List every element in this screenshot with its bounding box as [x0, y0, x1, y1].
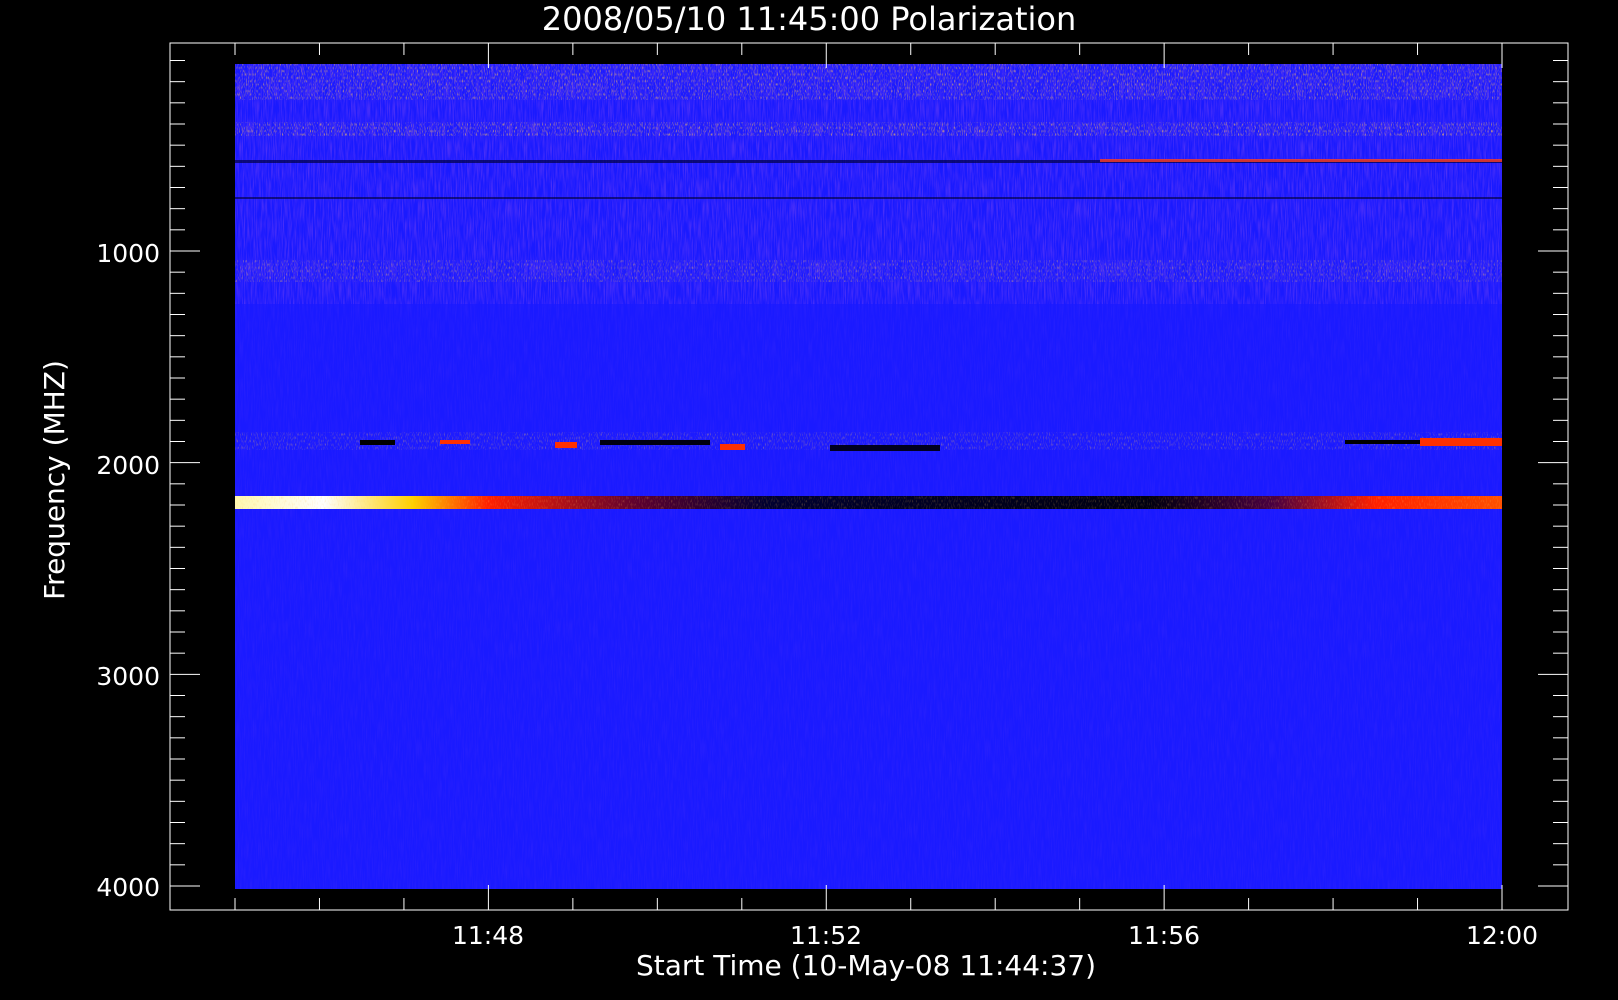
- noise-layer-full: [235, 64, 1502, 889]
- dark-segment-1: [360, 440, 395, 445]
- x-axis-label: Start Time (10-May-08 11:44:37): [636, 949, 1096, 982]
- red-line: [1100, 159, 1502, 162]
- y-axis-label: Frequency (MHZ): [38, 360, 71, 600]
- red-segment-1: [440, 440, 470, 444]
- dark-line-2: [235, 197, 1502, 199]
- y-tick-label: 4000: [96, 873, 160, 902]
- dark-segment-3: [830, 445, 940, 451]
- x-tick-label: 12:00: [1466, 921, 1538, 950]
- y-tick-label: 1000: [96, 239, 160, 268]
- heatmap-image: [235, 64, 1502, 889]
- hot-band-speckle: [235, 496, 1502, 509]
- speckle-band-top: [235, 64, 1502, 100]
- spectrogram-chart: 2008/05/10 11:45:00 Polarization 1000 20…: [38, 0, 1569, 982]
- dark-segment-4: [1345, 440, 1420, 444]
- x-tick-label: 11:48: [452, 921, 524, 950]
- red-segment-4: [1420, 438, 1502, 446]
- chart-title: 2008/05/10 11:45:00 Polarization: [542, 0, 1076, 38]
- y-tick-label: 2000: [96, 451, 160, 480]
- dark-segment-2: [600, 440, 710, 445]
- speckle-band-2: [235, 122, 1502, 136]
- x-tick-label: 11:52: [790, 921, 862, 950]
- speckle-band-3: [235, 260, 1502, 282]
- x-tick-label: 11:56: [1128, 921, 1200, 950]
- y-tick-label: 3000: [96, 662, 160, 691]
- red-segment-3: [720, 444, 745, 450]
- red-segment-2: [555, 442, 577, 448]
